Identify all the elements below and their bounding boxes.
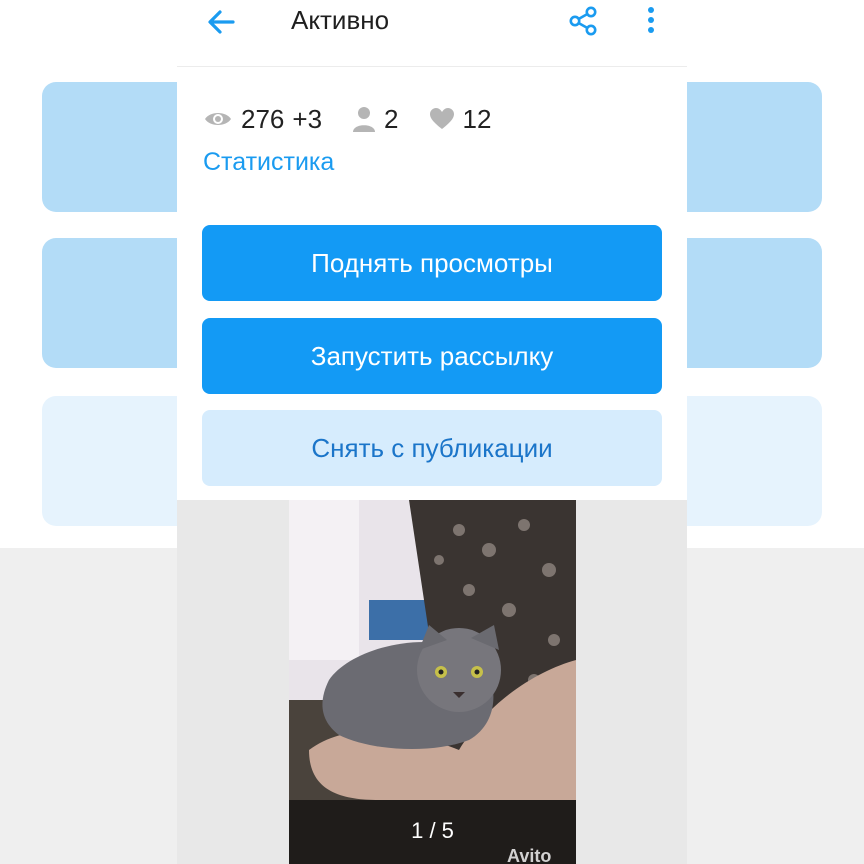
- listing-stats: 276 +3 2 12: [203, 102, 521, 136]
- views-delta: +3: [292, 103, 323, 134]
- arrow-left-icon: [208, 10, 235, 34]
- share-icon: [569, 6, 597, 36]
- unpublish-button[interactable]: Снять с публикации: [202, 410, 662, 486]
- listing-screen: Активно 276 +3 2 12 Статистика Поднять п…: [177, 0, 687, 864]
- raise-views-button[interactable]: Поднять просмотры: [202, 225, 662, 301]
- photo-gallery[interactable]: 1 / 5 Avito: [177, 500, 687, 864]
- page-title: Активно: [291, 5, 390, 35]
- top-app-bar: Активно: [177, 0, 687, 67]
- views-count: 276: [241, 103, 285, 134]
- statistics-link[interactable]: Статистика: [203, 148, 334, 177]
- more-vertical-icon: [648, 7, 654, 33]
- listing-photo[interactable]: 1 / 5 Avito: [289, 500, 576, 864]
- start-mailing-button[interactable]: Запустить рассылку: [202, 318, 662, 394]
- favorites-count: 12: [462, 103, 492, 134]
- person-icon: [353, 107, 376, 132]
- cat-photo-illustration: [289, 500, 576, 864]
- photo-counter: 1 / 5: [411, 818, 454, 843]
- heart-icon: [429, 108, 454, 129]
- favorites-stat: 12: [429, 103, 492, 135]
- contacts-stat: 2: [352, 103, 399, 135]
- more-options-button[interactable]: [641, 4, 661, 38]
- avito-watermark: Avito: [507, 846, 552, 864]
- eye-icon: [205, 113, 231, 125]
- share-button[interactable]: [566, 4, 600, 38]
- views-stat: 276 +3: [203, 104, 322, 135]
- back-button[interactable]: [203, 4, 239, 40]
- contacts-count: 2: [384, 103, 399, 134]
